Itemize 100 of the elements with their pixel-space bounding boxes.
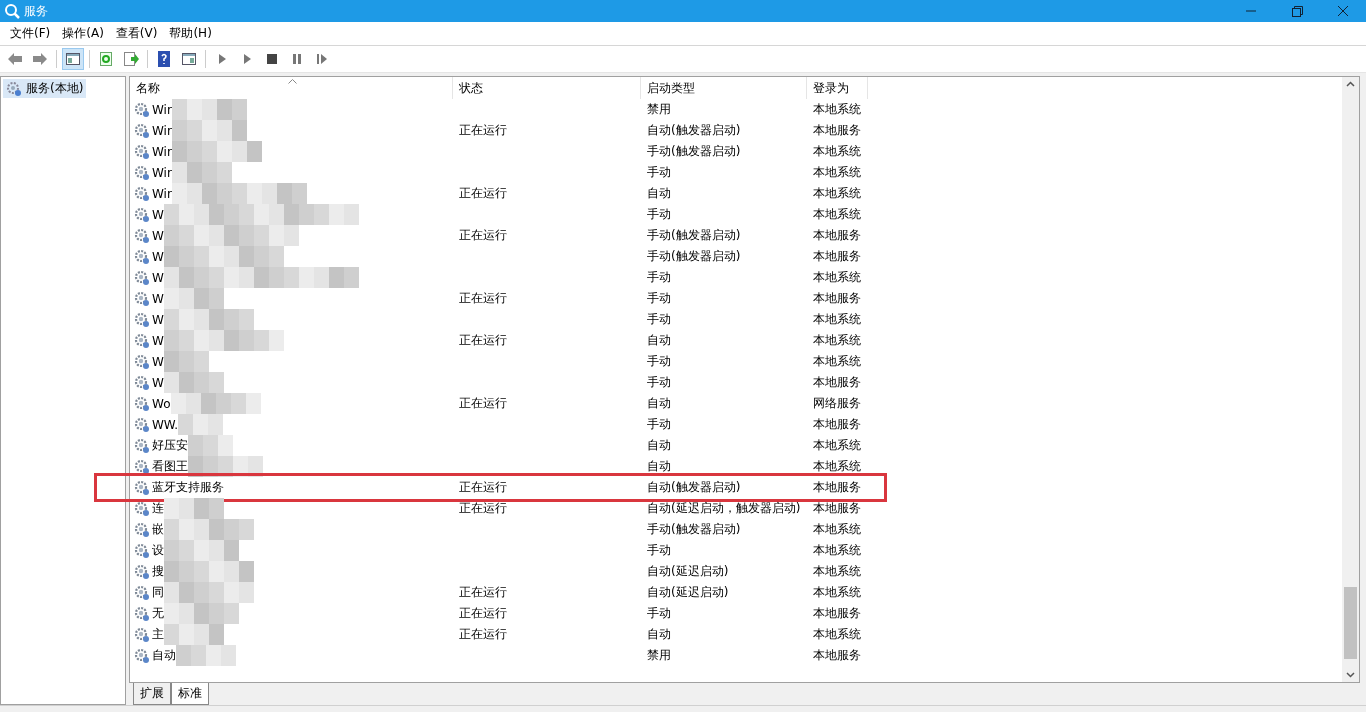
tree-item[interactable]: 服务(本地) xyxy=(3,79,87,98)
table-cell: 手动 xyxy=(647,416,671,433)
column-header[interactable]: 启动类型 xyxy=(641,77,807,99)
table-cell: Wir xyxy=(152,144,172,159)
table-cell: Wo xyxy=(152,396,171,411)
table-cell: 正在运行 xyxy=(459,290,507,307)
table-cell: Wir xyxy=(152,165,172,180)
table-cell: 本地系统 xyxy=(813,185,861,202)
table-cell: 本地系统 xyxy=(813,542,861,559)
gear-icon xyxy=(134,164,150,181)
window-title: 服务 xyxy=(24,2,48,20)
table-cell: 无 xyxy=(152,605,164,622)
table-cell: 自动 xyxy=(647,185,671,202)
table-cell: 自动(触发器启动) xyxy=(647,479,741,496)
table-cell: 正在运行 xyxy=(459,584,507,601)
table-cell: 本地系统 xyxy=(813,164,861,181)
column-header[interactable]: 状态 xyxy=(453,77,641,99)
gear-icon xyxy=(134,395,150,412)
table-cell: 本地系统 xyxy=(813,353,861,370)
vertical-scrollbar[interactable] xyxy=(1342,77,1359,682)
table-cell: 手动 xyxy=(647,605,671,622)
table-cell: W xyxy=(152,291,164,306)
table-cell: 本地系统 xyxy=(813,584,861,601)
table-cell: 正在运行 xyxy=(459,626,507,643)
table-cell: 本地系统 xyxy=(813,269,861,286)
table-cell: 本地服务 xyxy=(813,227,861,244)
gear-icon xyxy=(134,542,150,559)
gear-icon xyxy=(134,248,150,265)
table-cell: 手动(触发器启动) xyxy=(647,227,741,244)
table-cell: 本地系统 xyxy=(813,311,861,328)
table-cell: 本地服务 xyxy=(813,248,861,265)
table-cell: 正在运行 xyxy=(459,605,507,622)
menu-item[interactable]: 帮助(H) xyxy=(163,25,218,42)
gear-icon xyxy=(134,332,150,349)
table-cell: 正在运行 xyxy=(459,185,507,202)
table-cell: W xyxy=(152,333,164,348)
table-cell: 本地服务 xyxy=(813,479,861,496)
table-cell: 嵌 xyxy=(152,521,164,538)
table-cell: 正在运行 xyxy=(459,479,507,496)
scroll-thumb[interactable] xyxy=(1344,587,1357,659)
gear-icon xyxy=(134,500,150,517)
table-cell: 主 xyxy=(152,626,164,643)
table-cell: 禁用 xyxy=(647,101,671,118)
menu-item[interactable]: 查看(V) xyxy=(109,25,164,42)
gear-icon xyxy=(134,269,150,286)
table-cell: 自动 xyxy=(647,626,671,643)
gear-icon xyxy=(134,101,150,118)
table-cell: W xyxy=(152,228,164,243)
table-cell: 自动 xyxy=(647,395,671,412)
table-cell: 本地服务 xyxy=(813,500,861,517)
gear-icon xyxy=(134,290,150,307)
table-cell: Wir xyxy=(152,123,172,138)
gear-icon xyxy=(134,353,150,370)
table-cell: 本地系统 xyxy=(813,101,861,118)
gear-icon xyxy=(134,626,150,643)
column-header[interactable]: 登录为 xyxy=(807,77,868,99)
table-cell: 本地系统 xyxy=(813,332,861,349)
table-cell: 自动 xyxy=(152,647,176,664)
table-cell: 手动 xyxy=(647,290,671,307)
table-cell: 同 xyxy=(152,584,164,601)
table-cell: 自动(延迟启动) xyxy=(647,584,729,601)
gear-icon xyxy=(134,584,150,601)
gear-icon xyxy=(134,143,150,160)
table-cell: 自动 xyxy=(647,458,671,475)
table-cell: 手动(触发器启动) xyxy=(647,521,741,538)
table-cell: 本地服务 xyxy=(813,374,861,391)
table-cell: 手动 xyxy=(647,164,671,181)
tab[interactable]: 标准 xyxy=(171,683,209,705)
menu-item[interactable]: 文件(F) xyxy=(4,25,57,42)
table-cell: W xyxy=(152,207,164,222)
gear-icon xyxy=(134,122,150,139)
gear-icon xyxy=(134,311,150,328)
gear-icon xyxy=(6,80,22,97)
table-cell: 好压安 xyxy=(152,437,188,454)
table-cell: 手动(触发器启动) xyxy=(647,248,741,265)
menu-item[interactable]: 操作(A) xyxy=(56,25,110,42)
table-cell: 蓝牙支持服务 xyxy=(152,479,224,496)
table-cell: 本地系统 xyxy=(813,143,861,160)
redaction-mosaic xyxy=(176,645,236,666)
console-tree-icon[interactable] xyxy=(62,48,84,70)
table-cell: WW. xyxy=(152,417,179,432)
table-cell: 自动(延迟启动) xyxy=(647,563,729,580)
table-cell: 手动 xyxy=(647,311,671,328)
table-cell: 本地系统 xyxy=(813,626,861,643)
table-cell: W xyxy=(152,354,164,369)
table-cell: 正在运行 xyxy=(459,395,507,412)
table-cell: 网络服务 xyxy=(813,395,861,412)
gear-icon xyxy=(134,479,150,496)
table-cell: 设 xyxy=(152,542,164,559)
gear-icon xyxy=(134,563,150,580)
table-cell: 自动 xyxy=(647,332,671,349)
table-cell: 手动 xyxy=(647,206,671,223)
table-cell: W xyxy=(152,312,164,327)
tab[interactable]: 扩展 xyxy=(133,683,171,705)
table-cell: 禁用 xyxy=(647,647,671,664)
table-cell: 本地系统 xyxy=(813,521,861,538)
table-cell: W xyxy=(152,270,164,285)
gear-icon xyxy=(134,206,150,223)
table-cell: Wir xyxy=(152,186,172,201)
table-cell: 正在运行 xyxy=(459,332,507,349)
